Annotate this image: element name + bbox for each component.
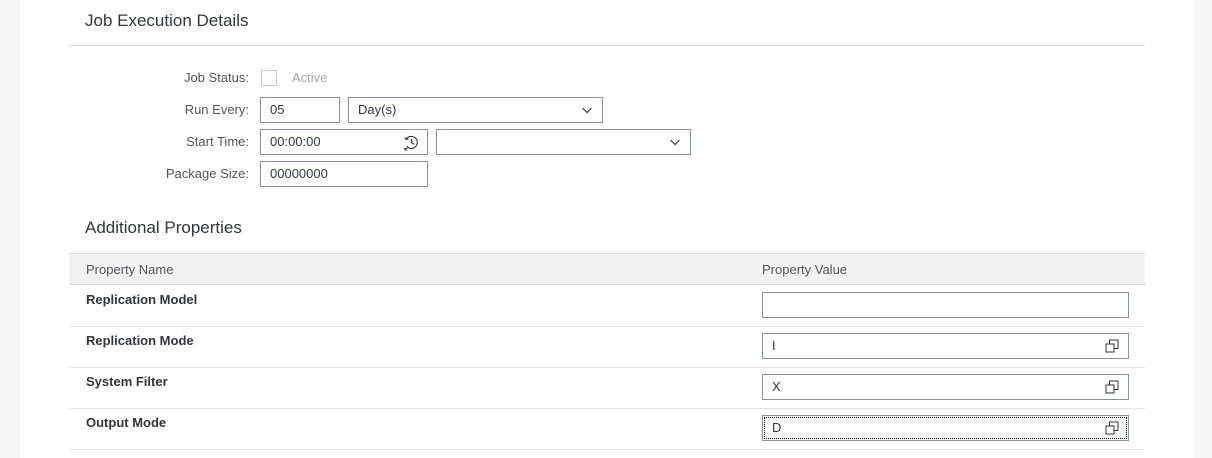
replication-model-input[interactable] — [762, 292, 1129, 318]
run-every-unit-value: Day(s) — [358, 102, 397, 117]
job-status-checkbox-label: Active — [292, 70, 328, 85]
table-row: Replication Mode I — [69, 327, 1145, 368]
package-size-label: Package Size: — [165, 166, 249, 181]
output-mode-value: D — [772, 420, 782, 435]
job-execution-title: Job Execution Details — [85, 11, 249, 30]
value-help-icon[interactable] — [1105, 339, 1119, 353]
replication-mode-input[interactable]: I — [762, 333, 1129, 359]
run-every-label: Run Every: — [184, 102, 249, 117]
properties-table-header: Property Name Property Value — [69, 253, 1145, 285]
chevron-down-icon[interactable] — [582, 105, 592, 115]
system-filter-input[interactable]: X — [762, 374, 1129, 400]
chevron-down-icon[interactable] — [670, 137, 680, 147]
property-name: Replication Model — [86, 292, 198, 307]
section-divider — [69, 45, 1145, 46]
time-picker-icon[interactable] — [403, 134, 420, 151]
property-name: Replication Mode — [86, 333, 194, 348]
run-every-unit-select[interactable]: Day(s) — [348, 97, 603, 123]
start-time-input[interactable]: 00:00:00 — [260, 129, 428, 155]
start-time-label: Start Time: — [186, 134, 249, 149]
page-container: Job Execution Details Job Status: Active… — [20, 0, 1194, 458]
table-row: Output Mode D — [69, 409, 1145, 450]
system-filter-value: X — [772, 379, 781, 394]
start-time-value: 00:00:00 — [270, 134, 321, 149]
output-mode-input[interactable]: D — [762, 415, 1129, 441]
property-name: System Filter — [86, 374, 168, 389]
timezone-select[interactable] — [436, 129, 691, 155]
run-every-input[interactable]: 05 — [260, 97, 340, 123]
value-help-icon[interactable] — [1105, 421, 1119, 435]
replication-mode-value: I — [772, 338, 776, 353]
table-row: Replication Model — [69, 286, 1145, 327]
job-status-label: Job Status: — [183, 70, 249, 85]
property-name: Output Mode — [86, 415, 167, 430]
table-row: System Filter X — [69, 368, 1145, 409]
value-help-icon[interactable] — [1105, 380, 1119, 394]
column-header-property-value: Property Value — [762, 262, 848, 277]
column-header-property-name: Property Name — [86, 262, 174, 277]
additional-properties-title: Additional Properties — [85, 218, 242, 237]
job-status-checkbox[interactable] — [261, 70, 277, 86]
package-size-input[interactable]: 00000000 — [260, 161, 428, 187]
